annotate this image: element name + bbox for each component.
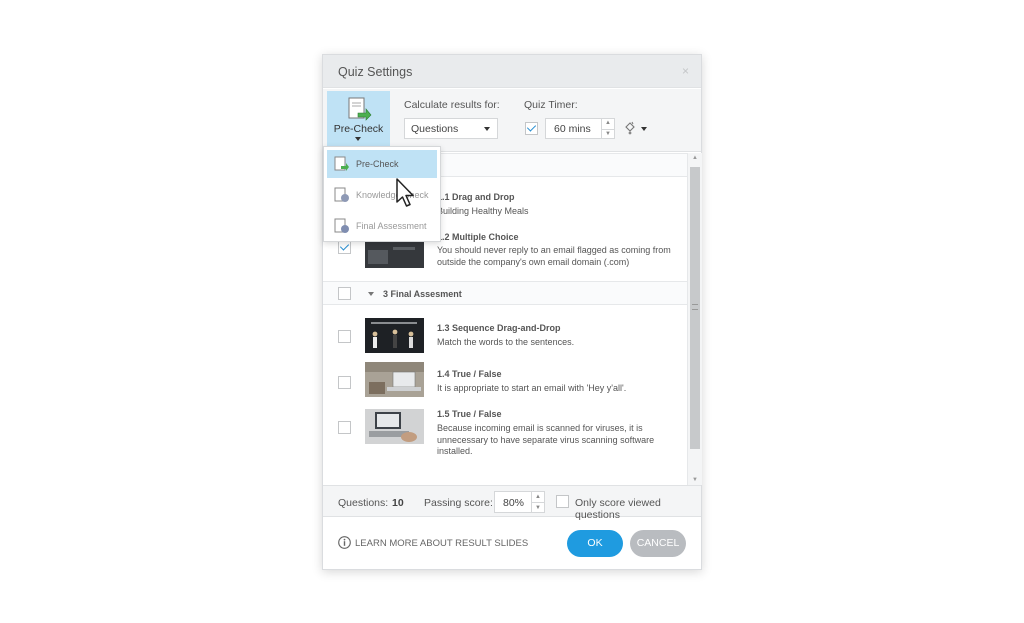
score-settings-bar: Questions: 10 Passing score: 80% ▲ ▼ Onl… [323, 485, 701, 521]
paint-bucket-icon[interactable] [623, 121, 637, 135]
question-thumbnail [365, 318, 424, 353]
scrollbar[interactable]: ▲ ▼ [687, 153, 702, 485]
mouse-cursor-icon [396, 178, 414, 207]
knowledge-check-icon [334, 187, 349, 202]
question-thumbnail [365, 409, 424, 444]
question-thumbnail [365, 362, 424, 397]
timer-label: Quiz Timer: [524, 99, 578, 111]
section-title: 3 Final Assesment [383, 289, 462, 299]
cancel-button[interactable]: CANCEL [630, 530, 686, 557]
question-checkbox[interactable] [338, 421, 351, 434]
calculate-label: Calculate results for: [404, 99, 500, 111]
grip-icon [692, 304, 698, 310]
close-icon[interactable]: × [682, 64, 689, 78]
toolbar: Pre-Check Calculate results for: Questio… [323, 89, 701, 152]
questions-label: Questions: [338, 497, 389, 509]
question-description: Because incoming email is scanned for vi… [437, 423, 655, 456]
passing-score-input[interactable]: 80% ▲ ▼ [494, 491, 545, 513]
dialog-titlebar: Quiz Settings × [323, 55, 701, 88]
passing-score-label: Passing score: [424, 497, 493, 509]
chevron-down-icon [355, 137, 361, 141]
chevron-down-icon [484, 127, 490, 131]
question-title: 1.5 True / False [437, 409, 502, 419]
quiz-type-button[interactable]: Pre-Check [327, 91, 390, 149]
question-description: It is appropriate to start an email with… [437, 383, 627, 393]
dialog-title: Quiz Settings [338, 65, 413, 79]
menu-item-final-assessment[interactable]: Final Assessment [327, 212, 437, 240]
stepper-up-icon[interactable]: ▲ [602, 119, 614, 129]
stepper-up-icon[interactable]: ▲ [532, 492, 544, 502]
passing-score-stepper[interactable]: ▲ ▼ [531, 492, 544, 512]
collapse-icon[interactable] [368, 292, 374, 296]
stepper-down-icon[interactable]: ▼ [532, 502, 544, 512]
calculate-value: Questions [411, 123, 459, 135]
dialog-footer: LEARN MORE ABOUT RESULT SLIDES OK CANCEL [323, 518, 701, 570]
question-checkbox[interactable] [338, 376, 351, 389]
timer-checkbox[interactable] [525, 122, 538, 135]
timer-value: 60 mins [554, 123, 591, 135]
questions-count: 10 [392, 497, 404, 509]
precheck-icon [348, 97, 372, 121]
menu-item-pre-check[interactable]: Pre-Check [327, 150, 437, 178]
question-title: 1.2 Multiple Choice [437, 232, 519, 242]
learn-more-link[interactable]: LEARN MORE ABOUT RESULT SLIDES [355, 538, 528, 549]
quiz-type-menu: Pre-Check Knowledge Check Final Assessme… [323, 146, 441, 242]
question-title: 1.4 True / False [437, 369, 502, 379]
question-description: Match the words to the sentences. [437, 337, 575, 347]
menu-item-label: Pre-Check [356, 159, 399, 169]
question-checkbox[interactable] [338, 330, 351, 343]
question-title: 1.1 Drag and Drop [437, 192, 515, 202]
only-viewed-checkbox[interactable] [556, 495, 569, 508]
chevron-down-icon[interactable] [641, 127, 647, 131]
final-assessment-icon [334, 218, 349, 233]
timer-input[interactable]: 60 mins ▲ ▼ [545, 118, 615, 139]
section-header[interactable]: 3 Final Assesment [323, 281, 687, 305]
section-checkbox[interactable] [338, 287, 351, 300]
question-title: 1.3 Sequence Drag-and-Drop [437, 323, 561, 333]
precheck-icon [334, 156, 349, 171]
question-description: You should never reply to an email flagg… [437, 245, 671, 267]
quiz-type-label: Pre-Check [333, 123, 384, 135]
passing-score-value: 80% [503, 497, 525, 509]
timer-stepper[interactable]: ▲ ▼ [601, 119, 614, 138]
ok-button[interactable]: OK [567, 530, 623, 557]
calculate-select[interactable]: Questions [404, 118, 498, 139]
info-icon[interactable] [338, 536, 351, 549]
menu-item-knowledge-check[interactable]: Knowledge Check [327, 181, 437, 209]
question-description: Building Healthy Meals [437, 206, 529, 216]
stepper-down-icon[interactable]: ▼ [602, 128, 614, 139]
question-checkbox[interactable] [338, 241, 351, 254]
menu-item-label: Knowledge Check [356, 190, 429, 200]
menu-item-label: Final Assessment [356, 221, 427, 231]
scroll-down-icon[interactable]: ▼ [688, 477, 702, 483]
scrollbar-thumb[interactable] [690, 167, 700, 449]
quiz-settings-dialog: Quiz Settings × Pre-Check Calculate resu… [322, 54, 702, 570]
scroll-up-icon[interactable]: ▲ [688, 155, 702, 161]
